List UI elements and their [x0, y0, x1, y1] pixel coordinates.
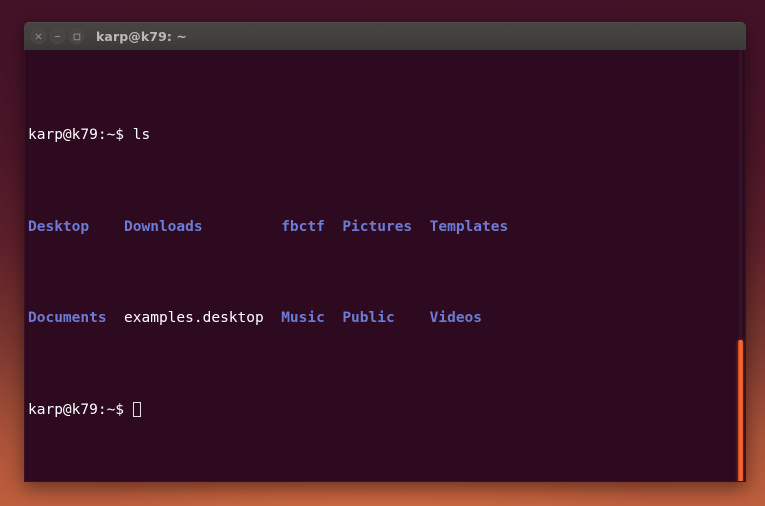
close-button[interactable]	[31, 29, 46, 44]
window-controls	[31, 29, 84, 44]
terminal-line-command: karp@k79:~$ ls	[28, 126, 508, 144]
ls-entry-pictures: Pictures	[342, 218, 413, 235]
terminal-line-prompt: karp@k79:~$	[28, 401, 508, 419]
minimize-icon	[54, 35, 61, 38]
shell-prompt: karp@k79:~$	[28, 127, 133, 144]
maximize-icon	[73, 33, 80, 40]
terminal-body[interactable]: karp@k79:~$ ls Desktop Downloads fbctf P…	[24, 50, 746, 482]
ls-entry-music: Music	[281, 310, 325, 327]
close-icon	[35, 33, 42, 40]
ls-entry-documents: Documents	[28, 310, 107, 327]
shell-prompt-active: karp@k79:~$	[28, 401, 133, 418]
ls-entry-downloads: Downloads	[124, 218, 203, 235]
terminal-line-output-2: Documents examples.desktop Music Public …	[28, 309, 508, 327]
scrollbar-thumb[interactable]	[738, 340, 743, 481]
ls-entry-templates: Templates	[429, 218, 509, 235]
terminal-screen[interactable]: karp@k79:~$ ls Desktop Downloads fbctf P…	[25, 53, 508, 474]
desktop-wallpaper: karp@k79: ~ karp@k79:~$ ls Desktop Downl…	[0, 0, 765, 506]
typed-command: ls	[132, 127, 151, 144]
ls-entry-fbctf: fbctf	[281, 218, 325, 235]
maximize-button[interactable]	[69, 29, 84, 44]
ls-entry-desktop: Desktop	[28, 218, 90, 235]
window-titlebar[interactable]: karp@k79: ~	[24, 22, 746, 50]
terminal-line-output-1: Desktop Downloads fbctf Pictures Templat…	[28, 218, 508, 236]
ls-entry-public: Public	[342, 310, 395, 327]
scrollbar-track[interactable]	[738, 50, 743, 481]
ls-entry-examples-desktop: examples.desktop	[124, 310, 264, 327]
text-cursor	[132, 401, 141, 417]
terminal-window[interactable]: karp@k79: ~ karp@k79:~$ ls Desktop Downl…	[24, 22, 746, 482]
ls-entry-videos: Videos	[429, 310, 483, 327]
window-title: karp@k79: ~	[96, 29, 187, 44]
minimize-button[interactable]	[50, 29, 65, 44]
